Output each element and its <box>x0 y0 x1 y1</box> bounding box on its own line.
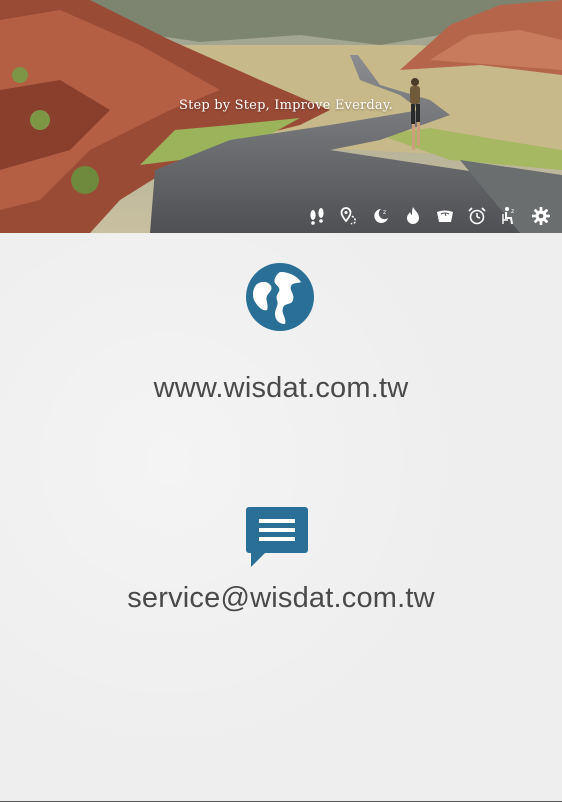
website-globe <box>245 262 315 332</box>
footprints-icon <box>309 208 324 225</box>
sleep-moon-icon: z <box>373 209 388 223</box>
alarm-clock-icon <box>467 207 486 225</box>
sitting-person-icon: z <box>501 207 514 225</box>
weight-button[interactable] <box>431 204 458 228</box>
website-link[interactable]: www.wisdat.com.tw <box>0 372 562 405</box>
gear-icon <box>531 207 550 225</box>
flame-icon <box>406 207 419 224</box>
map-pin-icon <box>340 207 356 225</box>
steps-button[interactable] <box>303 204 330 228</box>
email-link[interactable]: service@wisdat.com.tw <box>0 582 562 615</box>
message-icon <box>246 507 308 567</box>
hero-tagline: Step by Step, Improve Everday. <box>178 98 394 113</box>
svg-text:z: z <box>511 208 514 215</box>
location-button[interactable] <box>335 204 362 228</box>
sleep-button[interactable]: z <box>367 204 394 228</box>
email-chat <box>245 505 309 569</box>
svg-text:z: z <box>383 209 386 216</box>
hero-banner: Step by Step, Improve Everday. z z <box>0 0 562 233</box>
settings-button[interactable] <box>527 204 554 228</box>
globe-icon <box>246 263 314 331</box>
scale-icon <box>436 210 453 222</box>
sedentary-button[interactable]: z <box>495 204 522 228</box>
calories-button[interactable] <box>399 204 426 228</box>
feature-toolbar: z z <box>303 204 554 228</box>
alarm-button[interactable] <box>463 204 490 228</box>
contact-panel: www.wisdat.com.tw service@wisdat.com.tw <box>0 233 562 802</box>
hero-landscape-image <box>0 0 562 233</box>
